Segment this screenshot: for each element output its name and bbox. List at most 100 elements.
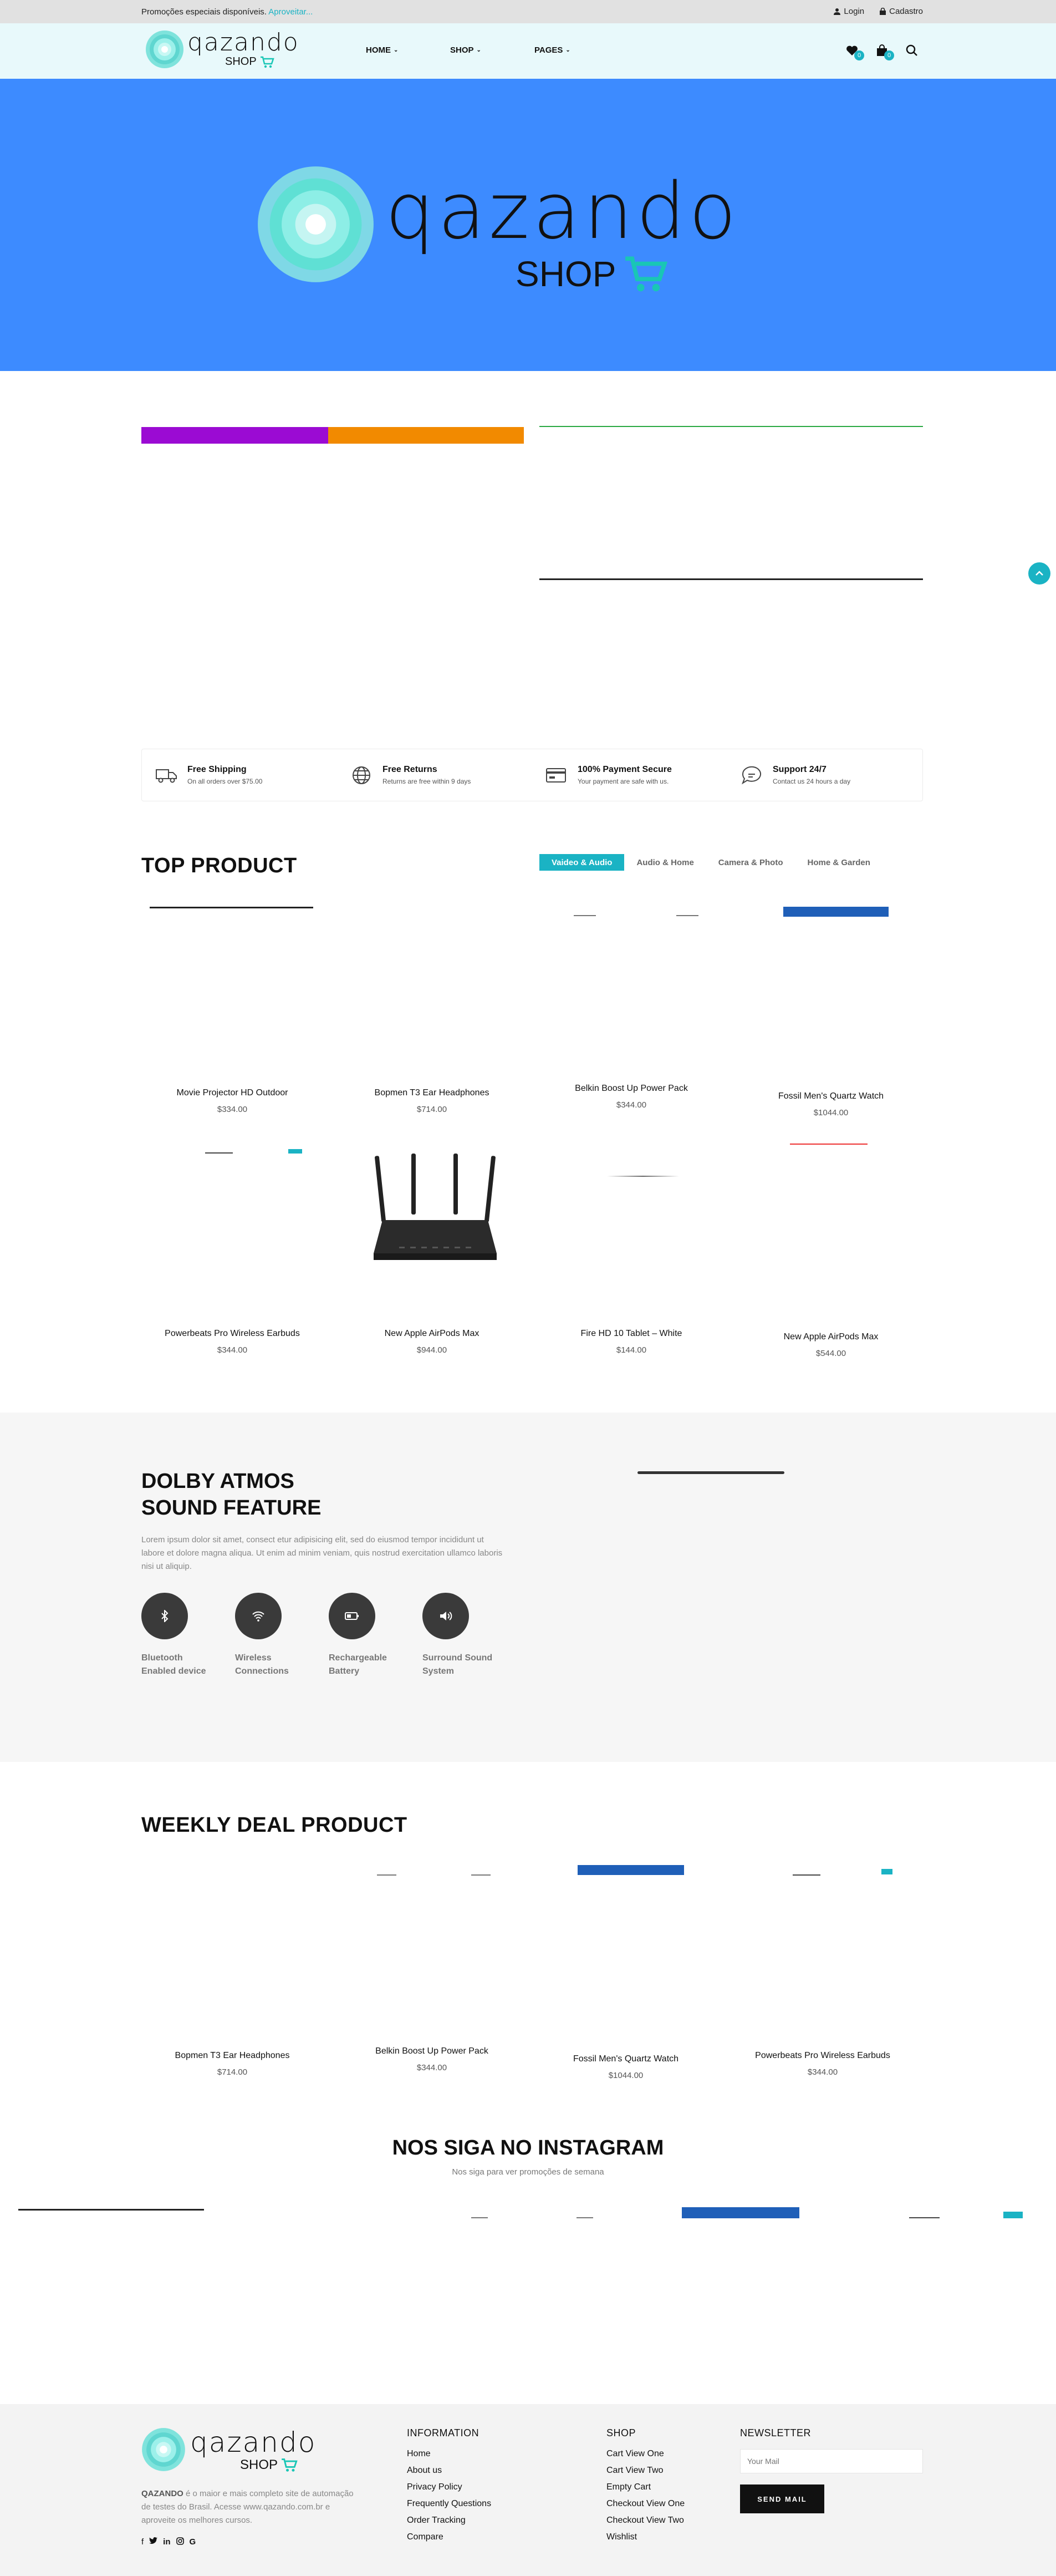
nav-pages[interactable]: PAGES ⌄ <box>534 45 619 55</box>
instagram-image[interactable] <box>471 2217 488 2218</box>
product-image[interactable] <box>790 1144 868 1145</box>
product-image[interactable] <box>607 1176 679 1177</box>
twitter-icon[interactable] <box>149 2537 158 2547</box>
product-card[interactable]: Movie Projector HD Outdoor $334.00 <box>135 1088 330 1114</box>
footer-link[interactable]: Privacy Policy <box>407 2482 491 2492</box>
product-image[interactable] <box>676 915 698 916</box>
nav-home[interactable]: HOME ⌄ <box>366 45 450 55</box>
product-name[interactable]: Belkin Boost Up Power Pack <box>534 1084 729 1094</box>
footer-shop: SHOP Cart View One Cart View Two Empty C… <box>606 2427 685 2549</box>
top-bar: Promoções especiais disponíveis. Aprovei… <box>0 0 1056 23</box>
product-image[interactable] <box>793 1874 820 1876</box>
product-name[interactable]: New Apple AirPods Max <box>334 1329 529 1339</box>
google-icon[interactable]: G <box>190 2537 196 2547</box>
product-image[interactable] <box>471 1874 491 1876</box>
product-name[interactable]: Powerbeats Pro Wireless Earbuds <box>135 1329 330 1339</box>
product-name[interactable]: Bopmen T3 Ear Headphones <box>135 2051 330 2061</box>
instagram-image[interactable] <box>909 2217 940 2218</box>
footer-link[interactable]: Cart View Two <box>606 2466 685 2476</box>
nav-home-label: HOME <box>366 45 391 55</box>
product-card[interactable]: Belkin Boost Up Power Pack $344.00 <box>534 1084 729 1110</box>
footer-link[interactable]: Order Tracking <box>407 2516 491 2526</box>
promo-message: Promoções especiais disponíveis. Aprovei… <box>141 7 313 17</box>
header: qazando SHOP HOME ⌄ SHOP ⌄ PAGES ⌄ 0 0 <box>0 23 1056 79</box>
feature-title: Support 24/7 <box>773 765 827 774</box>
product-card[interactable]: Belkin Boost Up Power Pack $344.00 <box>334 2046 529 2072</box>
footer-link[interactable]: Checkout View Two <box>606 2516 685 2526</box>
scroll-top-button[interactable] <box>1028 562 1050 585</box>
promo-banner-right-bottom[interactable] <box>539 578 923 580</box>
product-image[interactable] <box>288 1149 302 1154</box>
product-image[interactable] <box>574 915 596 916</box>
product-price: $1044.00 <box>608 2071 644 2080</box>
battery-icon <box>329 1593 375 1639</box>
product-card[interactable]: Powerbeats Pro Wireless Earbuds $344.00 <box>135 1329 330 1355</box>
product-card[interactable]: New Apple AirPods Max $544.00 <box>733 1332 929 1358</box>
product-card[interactable]: Fossil Men's Quartz Watch $1044.00 <box>733 1091 929 1117</box>
tab-camera-photo[interactable]: Camera & Photo <box>706 854 795 871</box>
product-image[interactable] <box>783 907 889 917</box>
nav-shop[interactable]: SHOP ⌄ <box>450 45 534 55</box>
product-image[interactable] <box>150 907 313 908</box>
footer-logo[interactable]: qazando SHOP <box>141 2427 316 2473</box>
promo-banner-left-orange[interactable] <box>328 427 524 444</box>
product-name[interactable]: Belkin Boost Up Power Pack <box>334 2046 529 2056</box>
product-card[interactable]: Fire HD 10 Tablet – White $144.00 <box>534 1329 729 1355</box>
tab-video-audio[interactable]: Vaideo & Audio <box>539 854 625 871</box>
product-name[interactable]: Fossil Men's Quartz Watch <box>528 2054 723 2064</box>
tab-home-garden[interactable]: Home & Garden <box>795 854 882 871</box>
product-image[interactable] <box>377 1874 396 1876</box>
product-image[interactable] <box>881 1869 892 1874</box>
footer-link[interactable]: Frequently Questions <box>407 2499 491 2509</box>
linkedin-icon[interactable]: in <box>163 2537 170 2547</box>
promo-banner-right-top[interactable] <box>539 426 923 427</box>
footer-link[interactable]: About us <box>407 2466 491 2476</box>
newsletter-email-input[interactable] <box>740 2449 923 2473</box>
product-name[interactable]: Bopmen T3 Ear Headphones <box>334 1088 529 1098</box>
search-button[interactable] <box>905 44 919 57</box>
product-name[interactable]: Fossil Men's Quartz Watch <box>733 1091 929 1101</box>
hero-banner[interactable]: qazando SHOP <box>0 79 1056 371</box>
feature-support: Support 24/7 Contact us 24 hours a day <box>727 749 922 801</box>
product-card[interactable]: Fossil Men's Quartz Watch $1044.00 <box>528 2054 723 2080</box>
product-name[interactable]: Powerbeats Pro Wireless Earbuds <box>725 2051 920 2061</box>
footer-shop-title: SHOP <box>606 2427 636 2438</box>
instagram-image[interactable] <box>18 2209 204 2211</box>
product-card[interactable]: New Apple AirPods Max $944.00 <box>334 1329 529 1355</box>
product-image[interactable] <box>205 1152 233 1154</box>
footer-link[interactable]: Checkout View One <box>606 2499 685 2509</box>
wishlist-count: 0 <box>854 50 864 60</box>
facebook-icon[interactable]: f <box>141 2537 144 2547</box>
footer-link[interactable]: Empty Cart <box>606 2482 685 2492</box>
features-strip: Free Shipping On all orders over $75.00 … <box>141 749 923 801</box>
tab-audio-home[interactable]: Audio & Home <box>624 854 706 871</box>
product-card[interactable]: Bopmen T3 Ear Headphones $714.00 <box>135 2051 330 2077</box>
hero-logo-word: qazando <box>385 166 740 257</box>
product-card[interactable]: Bopmen T3 Ear Headphones $714.00 <box>334 1088 529 1114</box>
product-image-router[interactable] <box>366 1154 504 1270</box>
promo-banner-left-purple[interactable] <box>141 427 328 444</box>
footer-link[interactable]: Cart View One <box>606 2449 685 2459</box>
send-mail-button[interactable]: SEND MAIL <box>740 2484 824 2513</box>
instagram-image[interactable] <box>1003 2212 1023 2218</box>
footer-link[interactable]: Compare <box>407 2532 491 2542</box>
product-name[interactable]: New Apple AirPods Max <box>733 1332 929 1342</box>
instagram-image[interactable] <box>577 2217 593 2218</box>
cart-button[interactable]: 0 <box>875 44 894 60</box>
wishlist-button[interactable]: 0 <box>845 44 864 60</box>
instagram-image[interactable] <box>682 2207 799 2218</box>
product-card[interactable]: Powerbeats Pro Wireless Earbuds $344.00 <box>725 2051 920 2077</box>
page: Promoções especiais disponíveis. Aprovei… <box>0 0 1056 2576</box>
product-image[interactable] <box>578 1865 684 1875</box>
footer-link[interactable]: Wishlist <box>606 2532 685 2542</box>
footer-link[interactable]: Home <box>407 2449 491 2459</box>
product-tabs: Vaideo & Audio Audio & Home Camera & Pho… <box>539 854 882 871</box>
promo-link[interactable]: Aproveitar... <box>268 7 313 17</box>
instagram-icon[interactable] <box>176 2537 184 2547</box>
register-link[interactable]: Cadastro <box>880 7 923 16</box>
product-name[interactable]: Movie Projector HD Outdoor <box>135 1088 330 1098</box>
product-name[interactable]: Fire HD 10 Tablet – White <box>534 1329 729 1339</box>
login-link[interactable]: Login <box>834 7 864 16</box>
logo-shop: SHOP <box>225 55 257 68</box>
header-logo[interactable]: qazando SHOP <box>145 30 299 69</box>
